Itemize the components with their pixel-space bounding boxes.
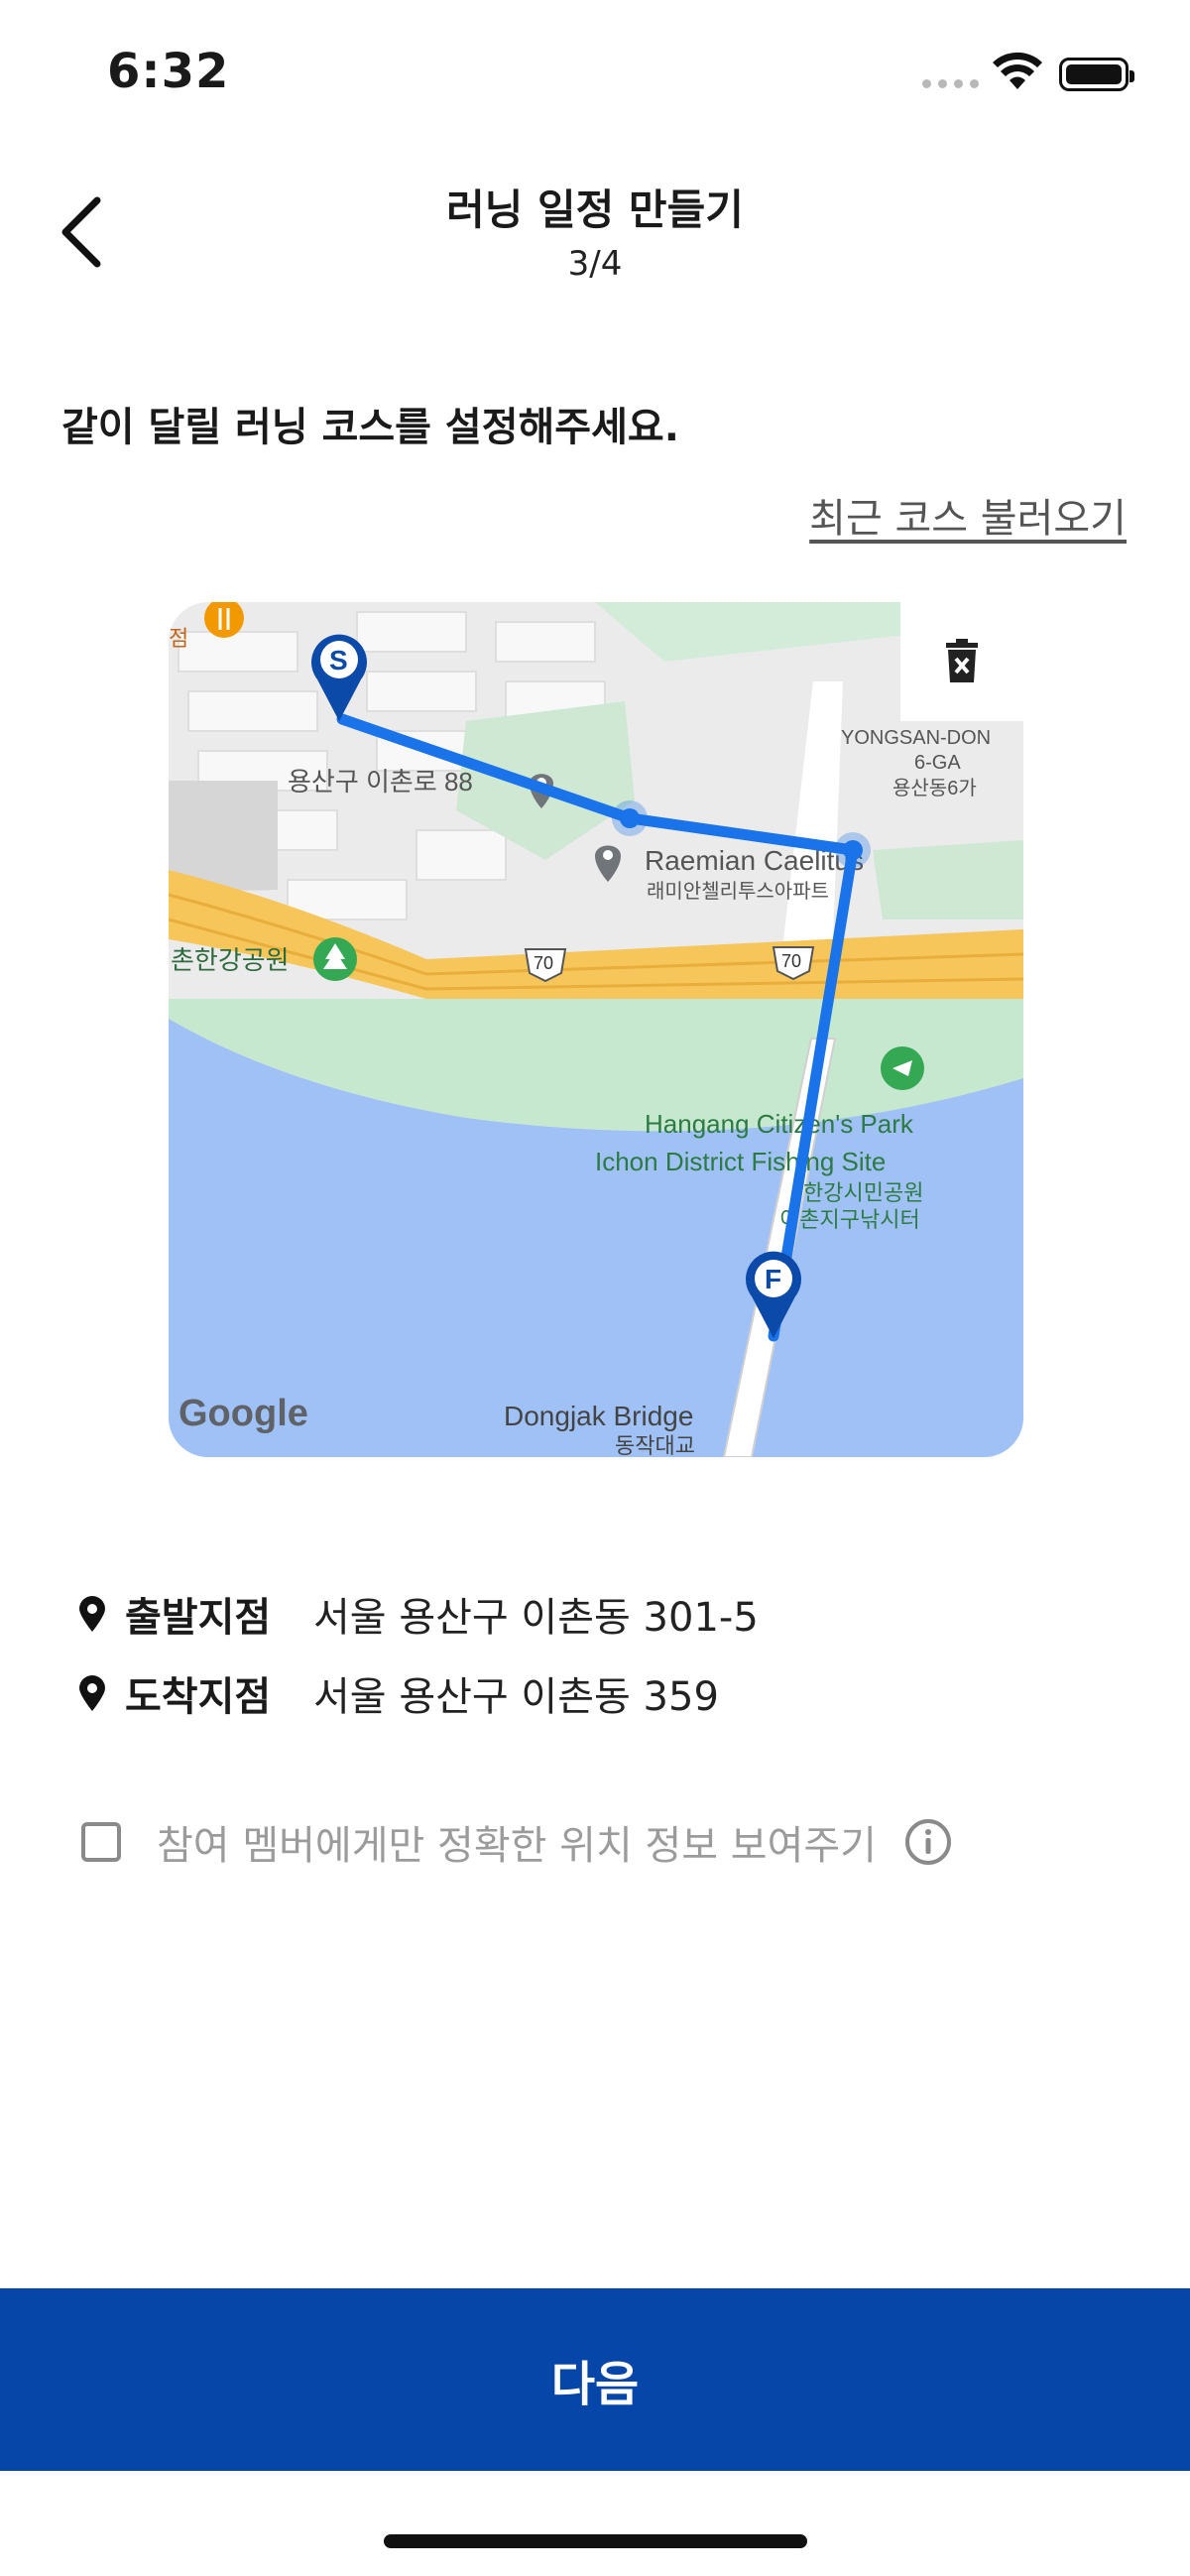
step-indicator: 3/4 <box>567 244 623 284</box>
start-location-label: 출발지점 <box>125 1595 272 1641</box>
end-location-value: 서울 용산구 이촌동 359 <box>313 1674 719 1720</box>
recent-course-link[interactable]: 최근 코스 불러오기 <box>809 486 1127 544</box>
map-label-corner: 점 <box>169 626 188 651</box>
svg-text:70: 70 <box>781 951 801 971</box>
end-location-row: 도착지점 서울 용산구 이촌동 359 <box>79 1664 719 1722</box>
map-label-yongsan-en1: YONGSAN-DON <box>841 727 991 749</box>
trash-icon <box>946 639 978 682</box>
svg-text:70: 70 <box>534 953 553 973</box>
svg-text:F: F <box>765 1264 781 1294</box>
course-map[interactable]: 용산구 이촌로 88 Raemian Caelitus 래미안첼리투스아파트 촌… <box>169 602 1023 1457</box>
next-button[interactable]: 다음 <box>0 2288 1190 2471</box>
map-label-raemian-ko: 래미안첼리투스아파트 <box>647 880 829 903</box>
location-pin-icon <box>79 1596 105 1632</box>
section-heading: 같이 달릴 러닝 코스를 설정해주세요. <box>61 405 679 450</box>
map-label-yongsan-en2: 6-GA <box>914 752 961 774</box>
info-icon[interactable] <box>904 1818 952 1866</box>
park-tree-icon <box>313 937 357 981</box>
map-label-park-en1: Hangang Citizen's Park <box>645 1109 914 1139</box>
signal-icon <box>922 79 979 88</box>
location-pin-icon <box>79 1675 105 1711</box>
fishing-poi-icon <box>881 1046 924 1090</box>
map-label-park-ko1: 한강시민공원 <box>803 1180 923 1205</box>
delete-course-button[interactable] <box>900 602 1023 721</box>
start-location-row: 출발지점 서울 용산구 이촌동 301-5 <box>79 1585 759 1643</box>
google-logo: Google <box>178 1393 308 1434</box>
wifi-icon <box>993 52 1042 89</box>
map-label-park-ko2: 이촌지구낚시터 <box>779 1207 920 1232</box>
map-label-park-left: 촌한강공원 <box>171 945 290 975</box>
map-label-park-en2: Ichon District Fishing Site <box>595 1147 886 1176</box>
page-title: 러닝 일정 만들기 <box>446 185 744 234</box>
privacy-option-row[interactable]: 참여 멤버에게만 정확한 위치 정보 보여주기 <box>81 1813 952 1871</box>
status-time: 6:32 <box>107 44 230 99</box>
map-label-yongsan-ko: 용산동6가 <box>892 777 977 799</box>
home-indicator <box>384 2534 807 2548</box>
map-label-bridge-en: Dongjak Bridge <box>504 1401 693 1431</box>
end-location-label: 도착지점 <box>125 1674 272 1720</box>
privacy-option-label: 참여 멤버에게만 정확한 위치 정보 보여주기 <box>157 1823 877 1869</box>
svg-text:S: S <box>329 645 348 675</box>
battery-icon <box>1059 58 1134 91</box>
map-label-bridge-ko: 동작대교 <box>615 1433 695 1457</box>
start-location-value: 서울 용산구 이촌동 301-5 <box>313 1595 759 1641</box>
privacy-checkbox[interactable] <box>81 1822 121 1862</box>
map-label-address: 용산구 이촌로 88 <box>288 767 473 797</box>
